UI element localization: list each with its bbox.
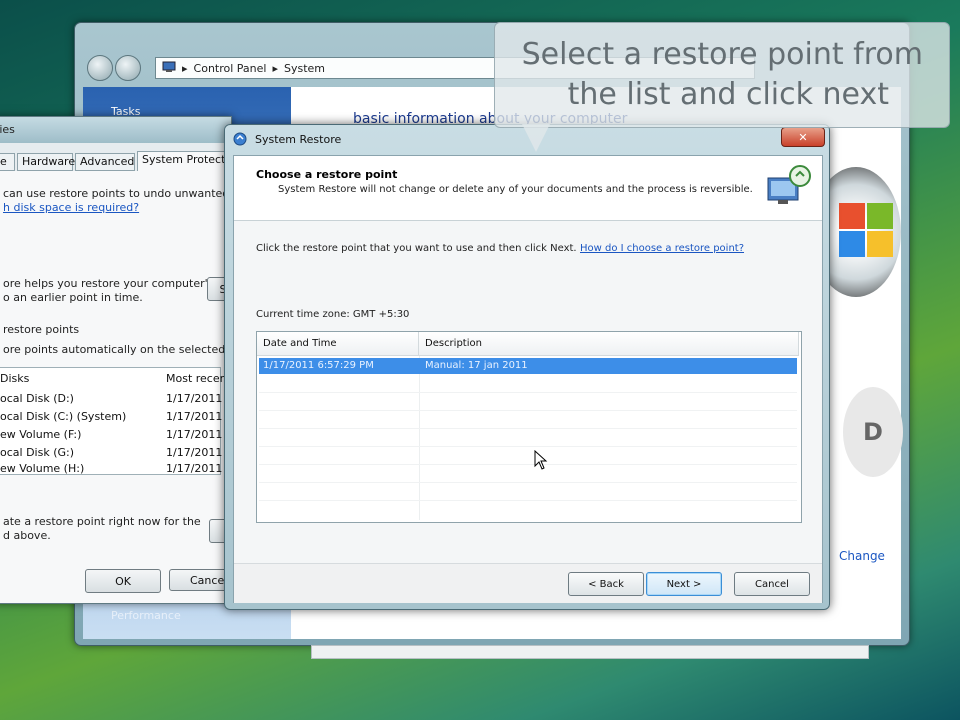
flag-green: [867, 203, 893, 229]
dialog-content: Choose a restore point System Restore wi…: [233, 155, 823, 603]
tutorial-callout: Select a restore point from the list and…: [494, 22, 950, 128]
list-item[interactable]: ocal Disk (C:) (System): [0, 410, 126, 423]
breadcrumb-system[interactable]: System: [284, 62, 325, 75]
instruction-text: Click the restore point that you want to…: [256, 243, 577, 254]
sidebar-item-performance[interactable]: Performance: [111, 609, 181, 622]
list-item[interactable]: ocal Disk (G:): [0, 446, 74, 459]
list-item-date: 1/17/2011: [166, 392, 223, 405]
system-restore-icon: [233, 132, 247, 146]
computer-icon: [162, 61, 176, 76]
title-bar[interactable]: ties: [0, 117, 231, 143]
close-button[interactable]: ✕: [781, 127, 825, 147]
list-item[interactable]: ew Volume (F:): [0, 428, 81, 441]
dialog-footer: < Back Next > Cancel: [234, 563, 822, 603]
row-description: Manual: 17 jan 2011: [425, 360, 528, 371]
horizontal-scrollbar[interactable]: [311, 645, 869, 659]
back-button[interactable]: [87, 55, 113, 81]
restore-point-list[interactable]: Date and Time Description 1/17/2011 6:57…: [256, 331, 802, 523]
list-item[interactable]: ocal Disk (D:): [0, 392, 74, 405]
list-item-date: 1/17/2011: [166, 462, 223, 475]
flag-yellow: [867, 231, 893, 257]
breadcrumb-control-panel[interactable]: Control Panel: [194, 62, 267, 75]
create-restore-text-2: d above.: [3, 529, 51, 542]
ok-button[interactable]: OK: [85, 569, 161, 593]
grid-line: [259, 428, 797, 429]
list-item[interactable]: ew Volume (H:): [0, 462, 84, 475]
table-row[interactable]: 1/17/2011 6:57:29 PM Manual: 17 jan 2011: [259, 358, 797, 374]
forward-button[interactable]: [115, 55, 141, 81]
timezone-label: Current time zone: GMT +5:30: [256, 309, 410, 320]
grid-line: [259, 410, 797, 411]
grid-line: [259, 446, 797, 447]
list-item-date: 1/17/2011: [166, 446, 223, 459]
chevron-right-icon: ▸: [182, 61, 188, 75]
dell-logo: D: [843, 387, 903, 477]
mouse-cursor-icon: [534, 449, 548, 473]
tab-advanced[interactable]: Advanced: [75, 153, 135, 171]
row-date-time: 1/17/2011 6:57:29 PM: [263, 360, 374, 371]
grid-line: [259, 500, 797, 501]
intro-text: can use restore points to undo unwanted …: [3, 187, 251, 200]
grid-line: [259, 482, 797, 483]
window-title: System Restore: [255, 133, 342, 146]
callout-text-line-1: Select a restore point from: [521, 37, 923, 72]
dialog-heading: Choose a restore point: [256, 168, 398, 181]
create-restore-text: ate a restore point right now for the: [3, 515, 201, 528]
disk-space-link[interactable]: h disk space is required?: [3, 201, 139, 214]
dialog-header: Choose a restore point System Restore wi…: [234, 156, 822, 221]
system-restore-window: System Restore ✕ Choose a restore point …: [224, 124, 830, 610]
change-settings-link[interactable]: Change: [839, 549, 885, 563]
restore-points-heading: restore points: [3, 323, 80, 336]
grid-line: [259, 464, 797, 465]
column-header-description[interactable]: Description: [419, 332, 799, 356]
window-title: ties: [0, 123, 15, 136]
flag-blue: [839, 231, 865, 257]
restore-computer-icon: [764, 164, 812, 208]
list-item-date: 1/17/2011: [166, 428, 223, 441]
next-button[interactable]: Next >: [646, 572, 722, 596]
close-icon: ✕: [798, 130, 808, 144]
list-item-date: 1/17/2011: [166, 410, 223, 423]
column-header-most-recent: Most recent: [166, 372, 231, 385]
cancel-button[interactable]: Cancel: [734, 572, 810, 596]
flag-red: [839, 203, 865, 229]
column-divider: [419, 356, 420, 520]
grid-line: [259, 392, 797, 393]
system-properties-window: ties e Hardware Advanced System Protecti…: [0, 116, 257, 604]
tab-system-protection[interactable]: System Protection: [137, 151, 231, 171]
chevron-right-icon: ▸: [272, 61, 278, 75]
help-link[interactable]: How do I choose a restore point?: [580, 243, 744, 254]
callout-text-line-2: the list and click next: [567, 77, 889, 112]
tab-computer-name[interactable]: e: [0, 153, 15, 171]
callout-pointer: [522, 124, 550, 152]
tab-hardware[interactable]: Hardware: [17, 153, 75, 171]
restore-description-2: o an earlier point in time.: [3, 291, 143, 304]
dialog-body: Click the restore point that you want to…: [234, 221, 822, 563]
back-button[interactable]: < Back: [568, 572, 644, 596]
dialog-subheading: System Restore will not change or delete…: [278, 184, 753, 195]
column-header-disks: Disks: [0, 372, 30, 385]
restore-description: ore helps you restore your computer's: [3, 277, 214, 290]
column-header-date-time[interactable]: Date and Time: [257, 332, 419, 356]
auto-restore-text: ore points automatically on the selected…: [3, 343, 257, 356]
disk-list[interactable]: Disks Most recent ocal Disk (D:) 1/17/20…: [0, 367, 231, 475]
